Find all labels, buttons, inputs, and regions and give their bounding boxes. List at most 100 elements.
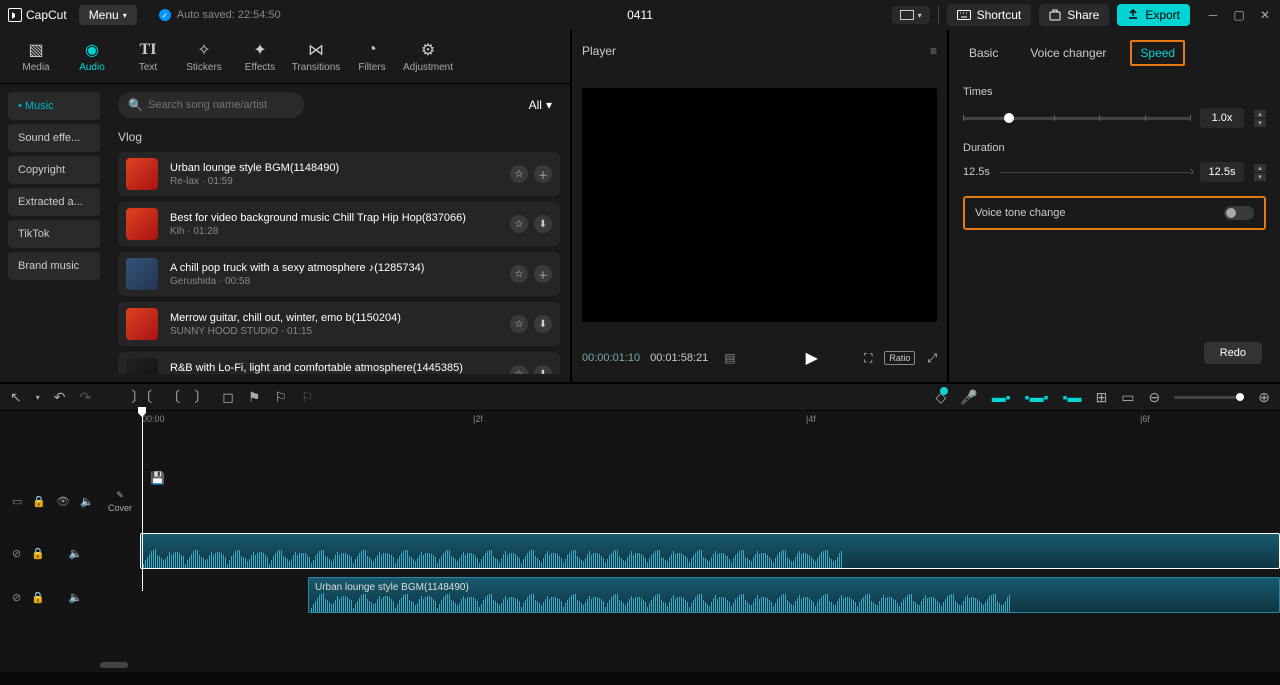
zoom-thumb[interactable]	[1236, 393, 1244, 401]
sidebar-item-sound-effects[interactable]: Sound effe...	[8, 124, 100, 152]
share-button[interactable]: Share	[1039, 4, 1109, 26]
filter-all-button[interactable]: All ▾	[521, 94, 560, 116]
song-title: Merrow guitar, chill out, winter, emo b(…	[170, 312, 498, 324]
split-right-tool[interactable]: 〕	[194, 387, 208, 407]
scan-icon[interactable]: ⛶	[864, 351, 872, 366]
track-lock-icon[interactable]: 🔒	[31, 547, 45, 560]
download-button[interactable]: ⬇	[534, 365, 552, 374]
speed-value[interactable]: 1.0x	[1200, 108, 1244, 128]
favorite-button[interactable]: ☆	[510, 265, 528, 283]
favorite-button[interactable]: ☆	[510, 365, 528, 374]
inspector-tab-voice-changer[interactable]: Voice changer	[1022, 42, 1114, 64]
maximize-button[interactable]: ▢	[1232, 8, 1246, 22]
track-lock-icon[interactable]: 🔒	[32, 495, 46, 508]
cover-button[interactable]: ✎ Cover	[100, 490, 140, 513]
track-mute-icon[interactable]: 🔈	[69, 591, 83, 604]
bookmark-tool[interactable]: ⚑	[248, 389, 261, 406]
tab-filters[interactable]: ◔Filters	[344, 36, 400, 77]
sidebar-item-brand-music[interactable]: Brand music	[8, 252, 100, 280]
voice-tone-toggle[interactable]	[1224, 206, 1254, 220]
zoom-in-button[interactable]: ⊕	[1258, 389, 1270, 406]
song-item[interactable]: Urban lounge style BGM(1148490) Re-lax ·…	[118, 152, 560, 196]
search-input[interactable]	[118, 92, 304, 118]
song-title: Best for video background music Chill Tr…	[170, 212, 498, 224]
app-logo: CapCut	[8, 8, 67, 22]
tab-text[interactable]: TIText	[120, 36, 176, 77]
link-tool-1[interactable]: ▬▪	[992, 389, 1011, 405]
song-item[interactable]: A chill pop truck with a sexy atmosphere…	[118, 252, 560, 296]
favorite-button[interactable]: ☆	[510, 165, 528, 183]
audio-clip-2[interactable]: Urban lounge style BGM(1148490)	[308, 577, 1280, 613]
ratio-button[interactable]: Ratio	[884, 351, 915, 365]
link-tool-3[interactable]: ▪▬	[1063, 389, 1082, 405]
track-expand-icon[interactable]: ▭	[12, 495, 22, 508]
duration-step-down[interactable]: ▾	[1254, 173, 1266, 181]
crop-tool[interactable]: ◻	[222, 389, 234, 406]
save-frame-icon[interactable]: 💾	[150, 471, 165, 485]
track-visibility-icon[interactable]: 👁	[56, 495, 70, 508]
fullscreen-icon[interactable]: ⤢	[927, 351, 937, 366]
play-button[interactable]: ▶	[806, 348, 818, 368]
split-left-tool[interactable]: 〔	[166, 387, 180, 407]
inspector-tab-speed[interactable]: Speed	[1130, 40, 1185, 66]
song-item[interactable]: Best for video background music Chill Tr…	[118, 202, 560, 246]
favorite-button[interactable]: ☆	[510, 315, 528, 333]
export-button[interactable]: Export	[1117, 4, 1190, 26]
tab-media[interactable]: ▧Media	[8, 36, 64, 77]
minimize-button[interactable]: ─	[1206, 8, 1220, 22]
playhead[interactable]	[142, 411, 143, 591]
ruler-tick: |6f	[1140, 414, 1150, 424]
sidebar-item-extracted[interactable]: Extracted a...	[8, 188, 100, 216]
tab-stickers[interactable]: ✧Stickers	[176, 36, 232, 77]
slider-thumb[interactable]	[1004, 113, 1014, 123]
favorite-button[interactable]: ☆	[510, 215, 528, 233]
tab-audio[interactable]: ◉Audio	[64, 36, 120, 77]
selection-tool[interactable]: ↖	[10, 389, 22, 406]
sidebar-item-music[interactable]: • Music	[8, 92, 100, 120]
duration-slider[interactable]	[1000, 172, 1190, 173]
track-disable-icon[interactable]: ⊘	[12, 547, 21, 560]
sidebar-item-copyright[interactable]: Copyright	[8, 156, 100, 184]
download-button[interactable]: ⬇	[534, 215, 552, 233]
tab-transitions[interactable]: ⋈Transitions	[288, 36, 344, 77]
speed-slider[interactable]	[963, 117, 1190, 120]
menu-button[interactable]: Menu ▾	[79, 5, 137, 25]
duration-value[interactable]: 12.5s	[1200, 162, 1244, 182]
marker-tool[interactable]: ⚐	[274, 389, 287, 406]
inspector-tab-basic[interactable]: Basic	[961, 42, 1006, 64]
song-item[interactable]: R&B with Lo-Fi, light and comfortable at…	[118, 352, 560, 374]
tab-adjustment[interactable]: ⚙Adjustment	[400, 36, 456, 77]
song-item[interactable]: Merrow guitar, chill out, winter, emo b(…	[118, 302, 560, 346]
split-tool[interactable]: 〕〔	[131, 387, 152, 407]
track-mute-icon[interactable]: 🔈	[80, 495, 94, 508]
link-tool-2[interactable]: ▪▬▪	[1025, 389, 1049, 405]
zoom-out-button[interactable]: ⊖	[1149, 389, 1161, 406]
timeline-ruler[interactable]: 00:00|2f|4f|6f	[140, 411, 1280, 431]
speed-step-down[interactable]: ▾	[1254, 119, 1266, 127]
aspect-ratio-button[interactable]: ▾	[892, 6, 930, 24]
player-menu-icon[interactable]: ≡	[930, 44, 937, 58]
audio-clip-1[interactable]	[140, 533, 1280, 569]
redo-button[interactable]: Redo	[1204, 342, 1262, 364]
add-button[interactable]: ＋	[534, 165, 552, 183]
speed-step-up[interactable]: ▴	[1254, 110, 1266, 118]
track-disable-icon[interactable]: ⊘	[12, 591, 21, 604]
redo-button-tl[interactable]: ↷	[79, 389, 91, 406]
track-lock-icon[interactable]: 🔒	[31, 591, 45, 604]
duration-step-up[interactable]: ▴	[1254, 164, 1266, 172]
mic-tool[interactable]: 🎤	[960, 389, 977, 406]
align-tool[interactable]: ⊞	[1096, 389, 1108, 406]
list-icon[interactable]: ▤	[724, 351, 735, 365]
timeline-scrollbar[interactable]	[100, 662, 1280, 668]
stack-tool[interactable]: ▭	[1121, 389, 1134, 406]
download-button[interactable]: ⬇	[534, 315, 552, 333]
close-button[interactable]: ✕	[1258, 8, 1272, 22]
undo-button[interactable]: ↶	[54, 389, 66, 406]
zoom-slider[interactable]	[1174, 396, 1244, 399]
selection-dropdown-icon[interactable]: ▾	[36, 393, 40, 402]
track-mute-icon[interactable]: 🔈	[69, 547, 83, 560]
tab-effects[interactable]: ✦Effects	[232, 36, 288, 77]
sidebar-item-tiktok[interactable]: TikTok	[8, 220, 100, 248]
add-button[interactable]: ＋	[534, 265, 552, 283]
shortcut-button[interactable]: Shortcut	[947, 4, 1032, 26]
